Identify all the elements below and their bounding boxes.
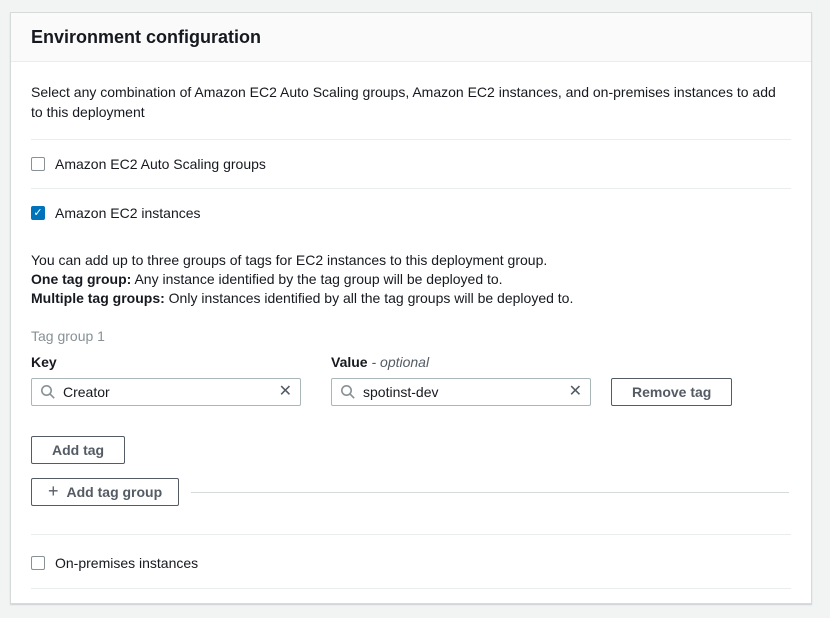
tag-group-1-label: Tag group 1 bbox=[31, 328, 791, 344]
key-label: Key bbox=[31, 354, 301, 370]
ec2-tag-section: You can add up to three groups of tags f… bbox=[31, 251, 791, 506]
add-tag-group-row: + Add tag group bbox=[31, 478, 791, 506]
checkmark-icon: ✓ bbox=[33, 208, 42, 219]
tag-help-line2-text: Any instance identified by the tag group… bbox=[131, 271, 502, 287]
remove-tag-button[interactable]: Remove tag bbox=[611, 378, 732, 406]
add-tag-button[interactable]: Add tag bbox=[31, 436, 125, 464]
tag-help-line3-term: Multiple tag groups: bbox=[31, 290, 165, 306]
auto-scaling-groups-checkbox[interactable]: ✓ bbox=[31, 157, 45, 171]
value-optional-label: - optional bbox=[371, 354, 429, 370]
ec2-instances-label: Amazon EC2 instances bbox=[55, 205, 201, 221]
value-label: Value - optional bbox=[331, 354, 591, 370]
checkbox-row-auto-scaling-groups[interactable]: ✓ Amazon EC2 Auto Scaling groups bbox=[31, 156, 791, 172]
value-input-wrapper: ✕ bbox=[331, 378, 591, 406]
panel-header: Environment configuration bbox=[11, 13, 811, 62]
search-icon bbox=[40, 384, 56, 400]
divider bbox=[31, 188, 791, 189]
divider bbox=[31, 588, 791, 589]
add-tag-group-label: Add tag group bbox=[67, 484, 163, 500]
value-field-group: Value - optional ✕ bbox=[331, 354, 591, 406]
checkbox-row-ec2-instances[interactable]: ✓ Amazon EC2 instances bbox=[31, 205, 791, 221]
tag-help-text: You can add up to three groups of tags f… bbox=[31, 251, 791, 308]
on-premises-checkbox[interactable]: ✓ bbox=[31, 556, 45, 570]
clear-key-icon[interactable]: ✕ bbox=[273, 384, 292, 400]
tag-help-line3-text: Only instances identified by all the tag… bbox=[165, 290, 574, 306]
add-tag-group-rule bbox=[191, 492, 789, 493]
checkbox-row-on-premises[interactable]: ✓ On-premises instances bbox=[31, 555, 791, 571]
search-icon bbox=[340, 384, 356, 400]
auto-scaling-groups-label: Amazon EC2 Auto Scaling groups bbox=[55, 156, 266, 172]
environment-configuration-panel: Environment configuration Select any com… bbox=[10, 12, 812, 604]
tag-fields-row: Key ✕ Value - optional bbox=[31, 354, 791, 406]
panel-title: Environment configuration bbox=[31, 27, 791, 48]
on-premises-label: On-premises instances bbox=[55, 555, 198, 571]
value-label-text: Value bbox=[331, 354, 368, 370]
page-background: Environment configuration Select any com… bbox=[0, 0, 830, 618]
divider bbox=[31, 139, 791, 140]
key-input-wrapper: ✕ bbox=[31, 378, 301, 406]
panel-description: Select any combination of Amazon EC2 Aut… bbox=[31, 82, 786, 122]
ec2-instances-checkbox[interactable]: ✓ bbox=[31, 206, 45, 220]
value-input[interactable] bbox=[363, 384, 563, 400]
plus-icon: + bbox=[48, 481, 59, 502]
panel-body: Select any combination of Amazon EC2 Aut… bbox=[11, 62, 811, 603]
tag-help-line2-term: One tag group: bbox=[31, 271, 131, 287]
tag-help-line1: You can add up to three groups of tags f… bbox=[31, 252, 547, 268]
divider bbox=[31, 534, 791, 535]
key-input[interactable] bbox=[63, 384, 273, 400]
clear-value-icon[interactable]: ✕ bbox=[563, 384, 582, 400]
add-tag-group-button[interactable]: + Add tag group bbox=[31, 478, 179, 506]
key-field-group: Key ✕ bbox=[31, 354, 301, 406]
